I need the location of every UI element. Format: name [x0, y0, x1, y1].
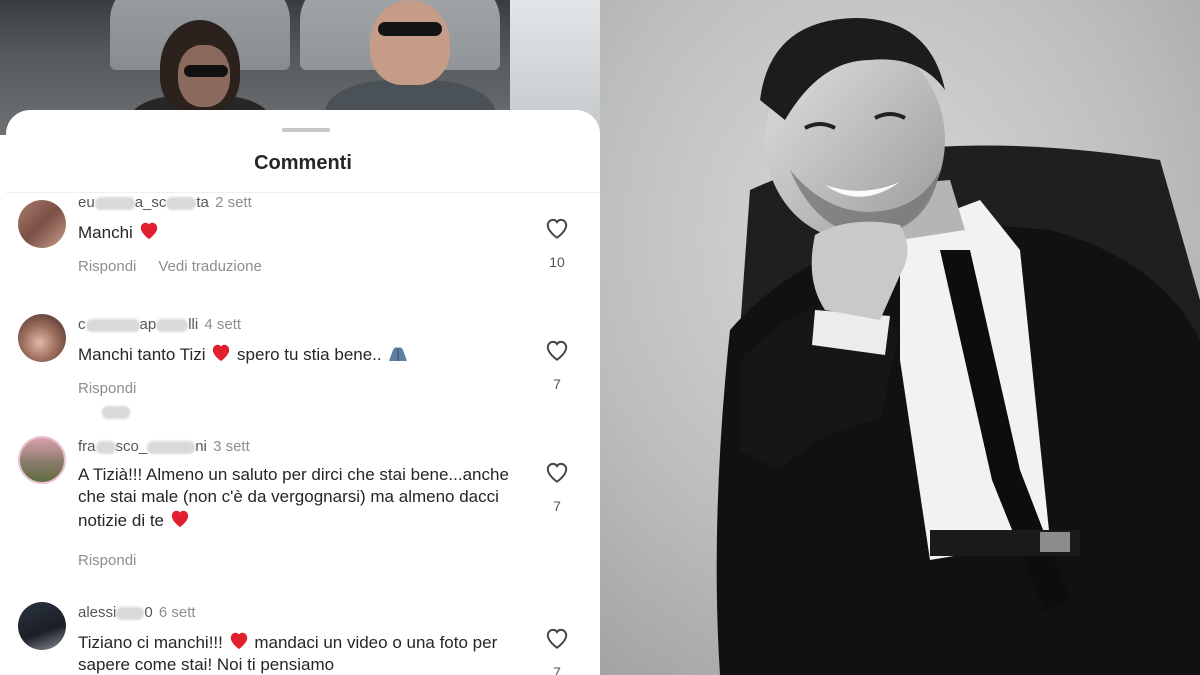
comment-age: 3 sett — [213, 438, 250, 455]
folded-hands-emoji — [389, 347, 408, 361]
reply-button[interactable]: Rispondi — [78, 258, 136, 275]
comment-actions: Rispondi — [78, 552, 136, 569]
comment-item: c ap lli 4 sett Manchi tanto Tizi spero tu… — [6, 314, 600, 434]
reply-button[interactable]: Rispondi — [78, 380, 136, 397]
comment-username[interactable]: eu a_sc ta 2 sett — [78, 194, 252, 211]
blurred-text — [166, 196, 197, 210]
blurred-text — [156, 318, 189, 332]
blurred-text — [94, 196, 135, 210]
sunglasses — [184, 65, 228, 77]
sheet-title: Commenti — [254, 152, 352, 174]
portrait-photo — [600, 0, 1200, 675]
comment-username[interactable]: c ap lli 4 sett — [78, 316, 241, 333]
red-heart-emoji — [230, 632, 247, 650]
comment-text: A Tizià!!! Almeno un saluto per dirci ch… — [78, 465, 509, 530]
comment-item: fra sco_ ni 3 sett A Tizià!!! Almeno un sa… — [6, 436, 600, 586]
like-count: 7 — [553, 376, 561, 392]
see-translation-button[interactable]: Vedi traduzione — [158, 258, 261, 275]
reply-button[interactable]: Rispondi — [78, 552, 136, 569]
comment-actions: Rispondi — [78, 380, 136, 397]
avatar[interactable] — [18, 200, 66, 248]
heart-outline-icon[interactable] — [544, 338, 570, 362]
comment-text: Manchi — [78, 220, 518, 244]
comment-age: 6 sett — [158, 604, 196, 621]
belt-buckle — [1040, 532, 1070, 552]
man-in-suit-portrait — [600, 0, 1200, 675]
comment-age: 2 sett — [215, 194, 252, 211]
red-heart-emoji — [213, 344, 230, 362]
comment-actions: Rispondi Vedi traduzione — [78, 258, 262, 275]
red-heart-emoji — [140, 222, 157, 240]
like-count: 7 — [553, 498, 561, 514]
comments-sheet: Commenti eu a_sc ta 2 sett Manchi Rispondi… — [6, 110, 600, 675]
heart-outline-icon[interactable] — [544, 460, 570, 484]
avatar[interactable] — [18, 436, 66, 484]
blurred-text — [116, 606, 145, 620]
avatar[interactable] — [18, 314, 66, 362]
heart-outline-icon[interactable] — [544, 626, 570, 650]
comment-item: alessi 0 6 sett Tiziano ci manchi!!! mand… — [6, 602, 600, 675]
blurred-text — [85, 318, 140, 332]
comment-text: Manchi tanto Tizi spero tu stia bene.. — [78, 342, 518, 366]
heart-outline-icon[interactable] — [544, 216, 570, 240]
comment-username[interactable]: alessi 0 6 sett — [78, 604, 196, 621]
drag-handle[interactable] — [282, 128, 330, 132]
like-count: 10 — [549, 254, 565, 270]
comment-username[interactable]: fra sco_ ni 3 sett — [78, 438, 250, 455]
comment-text: Tiziano ci manchi!!! mandaci un video o … — [78, 630, 518, 675]
instagram-screenshot-panel: Commenti eu a_sc ta 2 sett Manchi Rispondi… — [0, 0, 600, 675]
blurred-text — [95, 440, 116, 454]
blurred-text — [102, 406, 130, 419]
like-count: 7 — [553, 664, 561, 675]
sunglasses — [378, 22, 442, 36]
avatar[interactable] — [18, 602, 66, 650]
comment-age: 4 sett — [204, 316, 242, 333]
blurred-text — [147, 440, 196, 454]
comment-item: eu a_sc ta 2 sett Manchi Rispondi Vedi trad… — [6, 192, 600, 312]
red-heart-emoji — [171, 510, 188, 528]
man-face — [370, 0, 450, 85]
